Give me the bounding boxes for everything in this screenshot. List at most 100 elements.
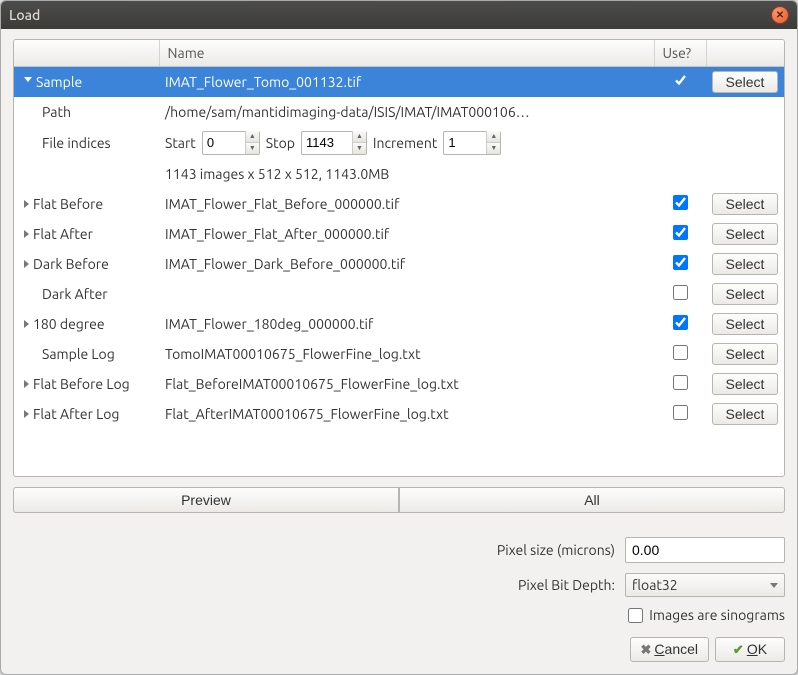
increment-spinbox[interactable]: ▲▼ [443,131,501,155]
row-file-indices: File indices Start ▲▼ Stop [14,127,784,159]
use-checkbox-flat-before[interactable] [673,195,688,210]
use-checkbox-dark-before[interactable] [673,255,688,270]
column-header-name[interactable]: Name [159,40,654,66]
chevron-down-icon[interactable] [24,77,32,86]
spin-up-icon[interactable]: ▲ [353,131,366,143]
dialog-content: Name Use? Sample IMAT_Flower_Tomo_001132… [1,29,797,674]
cancel-text: ancel [665,641,698,657]
select-button-flat-before[interactable]: Select [712,193,778,215]
load-dialog: Load ✕ Name Use? Sample [0,0,798,675]
chevron-down-icon [770,583,778,588]
use-checkbox-sample-log[interactable] [673,345,688,360]
close-icon: ✖ [641,642,652,657]
spin-down-icon[interactable]: ▼ [246,143,259,154]
row-sample[interactable]: Sample IMAT_Flower_Tomo_001132.tif Selec… [14,66,784,97]
row-path: Path /home/sam/mantidimaging-data/ISIS/I… [14,97,784,127]
use-checkbox-flat-before-log[interactable] [673,375,688,390]
form-area: Pixel size (microns) ▲▼ Pixel Bit Depth:… [13,537,785,662]
row-label: 180 degree [33,316,105,332]
cell-name: Flat_AfterIMAT00010675_FlowerFine_log.tx… [159,399,654,429]
select-button-sample-log[interactable]: Select [712,343,778,365]
bit-depth-select[interactable]: float32 [625,573,785,597]
chevron-right-icon[interactable] [24,320,29,328]
cell-name: IMAT_Flower_Dark_Before_000000.tif [159,249,654,279]
row-dark-after[interactable]: Dark After Select [14,279,784,309]
dataset-table: Name Use? Sample IMAT_Flower_Tomo_001132… [13,39,785,477]
select-button-sample[interactable]: Select [712,71,778,93]
titlebar[interactable]: Load ✕ [1,1,797,29]
cell-path: /home/sam/mantidimaging-data/ISIS/IMAT/I… [159,97,784,127]
table-header-row: Name Use? [14,40,784,66]
pixel-size-spinbox[interactable]: ▲▼ [625,537,785,563]
stop-spinbox[interactable]: ▲▼ [301,131,367,155]
use-checkbox-flat-after-log[interactable] [673,405,688,420]
select-button-180-degree[interactable]: Select [712,313,778,335]
row-label: Dark After [42,286,108,302]
cell-name: Flat_BeforeIMAT00010675_FlowerFine_log.t… [159,369,654,399]
select-button-dark-after[interactable]: Select [712,283,778,305]
row-180-degree[interactable]: 180 degree IMAT_Flower_180deg_000000.tif… [14,309,784,339]
start-label: Start [165,135,196,151]
sinograms-checkbox[interactable] [628,608,643,623]
row-flat-after[interactable]: Flat After IMAT_Flower_Flat_After_000000… [14,219,784,249]
chevron-right-icon[interactable] [24,380,29,388]
pixel-size-input[interactable] [626,539,798,561]
close-icon: ✕ [776,10,784,20]
ok-text: K [758,641,767,657]
row-sample-log[interactable]: Sample Log TomoIMAT00010675_FlowerFine_l… [14,339,784,369]
select-button-dark-before[interactable]: Select [712,253,778,275]
preview-all-row: Preview All [13,487,785,513]
all-button[interactable]: All [399,487,785,513]
column-header-blank[interactable] [14,40,159,66]
stats-text: 1143 images x 512 x 512, 1143.0MB [159,159,784,189]
row-label: Flat Before [33,196,103,212]
row-stats: 1143 images x 512 x 512, 1143.0MB [14,159,784,189]
start-spinbox[interactable]: ▲▼ [202,131,260,155]
check-icon: ✔ [733,642,744,657]
stop-label: Stop [266,135,295,151]
select-button-flat-after[interactable]: Select [712,223,778,245]
chevron-right-icon[interactable] [24,410,29,418]
cell-name [159,279,654,309]
ok-button[interactable]: ✔OK [715,637,785,662]
pixel-size-label: Pixel size (microns) [497,542,615,558]
cell-name: IMAT_Flower_180deg_000000.tif [159,309,654,339]
window-title: Load [9,7,771,23]
preview-button[interactable]: Preview [13,487,399,513]
increment-label: Increment [373,135,437,151]
row-flat-before-log[interactable]: Flat Before Log Flat_BeforeIMAT00010675_… [14,369,784,399]
sinograms-label: Images are sinograms [649,607,785,623]
column-header-select[interactable] [706,40,784,66]
cancel-button[interactable]: ✖Cancel [630,637,710,662]
row-flat-after-log[interactable]: Flat After Log Flat_AfterIMAT00010675_Fl… [14,399,784,429]
stop-input[interactable] [302,133,352,152]
row-label: Dark Before [33,256,109,272]
cell-name: TomoIMAT00010675_FlowerFine_log.txt [159,339,654,369]
chevron-right-icon[interactable] [24,260,29,268]
row-label: Flat After Log [33,406,119,422]
use-checkbox-sample[interactable] [673,73,688,88]
row-label: Sample Log [42,346,115,362]
use-checkbox-180-degree[interactable] [673,315,688,330]
increment-input[interactable] [444,133,486,152]
use-checkbox-dark-after[interactable] [673,285,688,300]
column-header-use[interactable]: Use? [654,40,706,66]
close-button[interactable]: ✕ [771,6,789,24]
spin-down-icon[interactable]: ▼ [353,143,366,154]
row-dark-before[interactable]: Dark Before IMAT_Flower_Dark_Before_0000… [14,249,784,279]
chevron-right-icon[interactable] [24,200,29,208]
spin-down-icon[interactable]: ▼ [487,143,500,154]
select-button-flat-after-log[interactable]: Select [712,403,778,425]
row-label: Flat Before Log [33,376,130,392]
bit-depth-label: Pixel Bit Depth: [518,577,615,593]
cell-name: IMAT_Flower_Flat_Before_000000.tif [159,189,654,219]
cell-name: IMAT_Flower_Flat_After_000000.tif [159,219,654,249]
row-flat-before[interactable]: Flat Before IMAT_Flower_Flat_Before_0000… [14,189,784,219]
spin-up-icon[interactable]: ▲ [487,131,500,143]
select-button-flat-before-log[interactable]: Select [712,373,778,395]
spin-up-icon[interactable]: ▲ [246,131,259,143]
use-checkbox-flat-after[interactable] [673,225,688,240]
cell-name: IMAT_Flower_Tomo_001132.tif [159,66,654,97]
start-input[interactable] [203,133,245,152]
chevron-right-icon[interactable] [24,230,29,238]
